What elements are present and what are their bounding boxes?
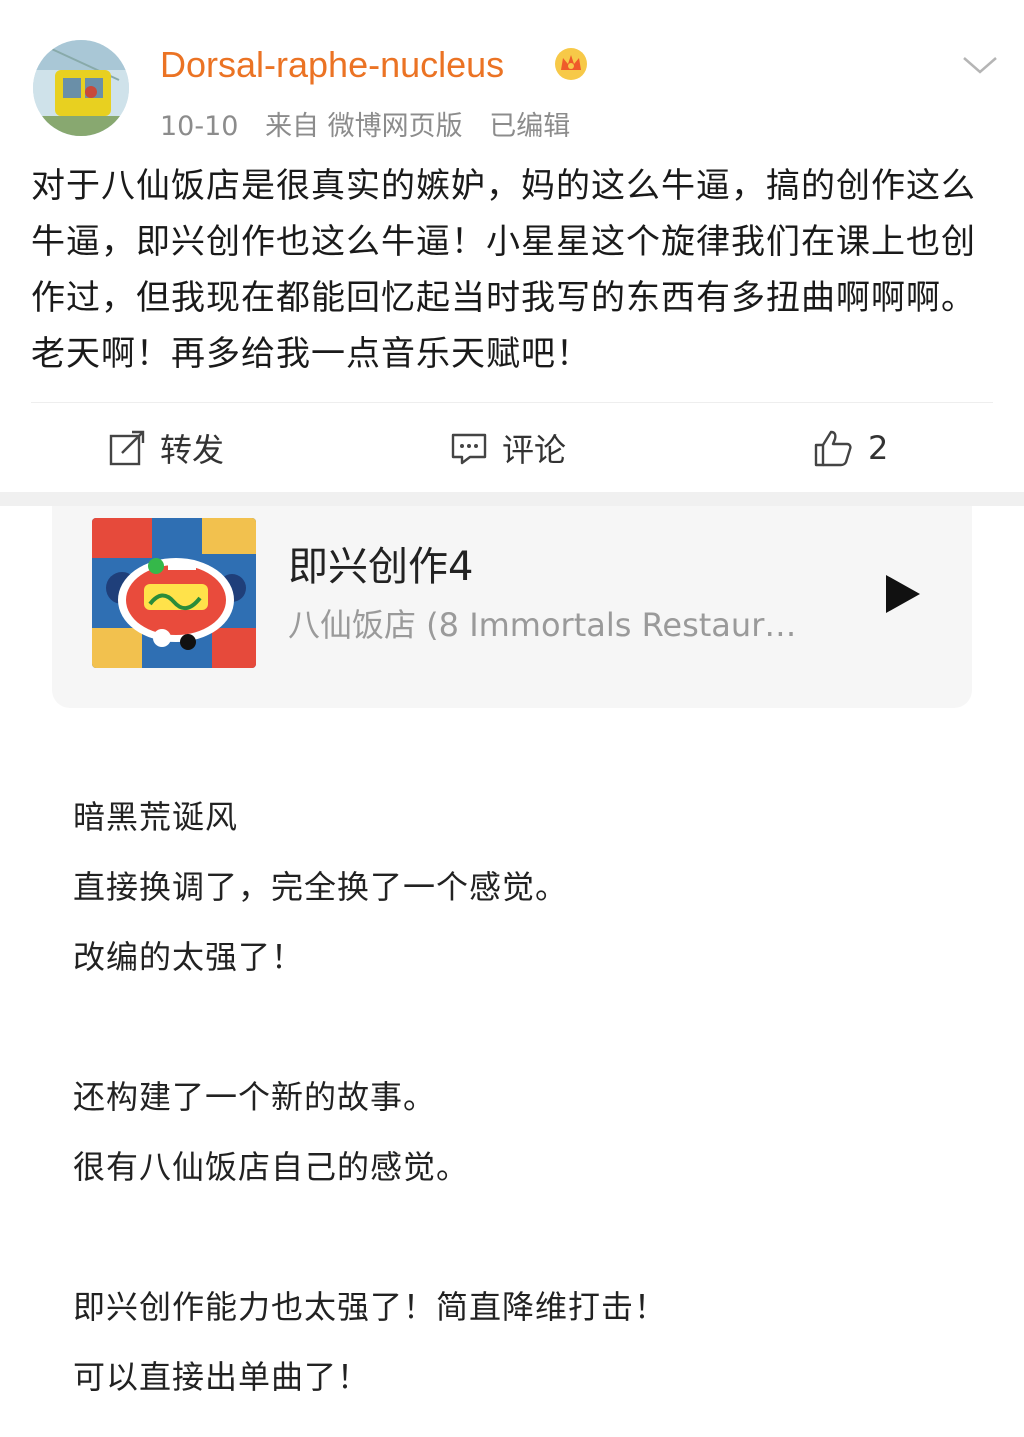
comment-text: 暗黑荒诞风 直接换调了，完全换了一个感觉。 改编的太强了！ 还构建了一个新的故事… <box>73 790 973 1420</box>
post-text: 对于八仙饭店是很真实的嫉妒，妈的这么牛逼，搞的创作这么牛逼，即兴创作也这么牛逼！… <box>31 166 976 374</box>
repost-button[interactable]: 转发 <box>108 426 224 470</box>
comment-line: 即兴创作能力也太强了！简直降维打击！ <box>73 1288 668 1326</box>
like-count: 2 <box>868 429 889 467</box>
post-source: 来自 微博网页版 <box>265 111 463 142</box>
comment-line: 很有八仙饭店自己的感觉。 <box>73 1148 470 1186</box>
chevron-down-icon[interactable] <box>960 50 1000 80</box>
divider <box>31 402 993 403</box>
repost-icon <box>109 430 145 466</box>
comment-line: 直接换调了，完全换了一个感觉。 <box>73 868 569 906</box>
comment-line: 暗黑荒诞风 <box>73 798 239 836</box>
edited-label[interactable]: 已编辑 <box>489 111 570 142</box>
repost-label: 转发 <box>160 431 225 469</box>
music-card[interactable]: 即兴创作4 八仙饭店 (8 Immortals Restaur… <box>52 506 972 708</box>
section-separator <box>0 492 1024 506</box>
song-title: 即兴创作4 <box>288 544 474 590</box>
comment-line: 可以直接出单曲了！ <box>73 1358 371 1396</box>
username[interactable]: Dorsal-raphe-nucleus <box>160 44 504 86</box>
like-button[interactable]: 2 <box>812 426 888 470</box>
post-meta: 10-10 来自 微博网页版 已编辑 <box>160 104 588 143</box>
action-bar: 转发 评论 2 <box>0 412 1024 484</box>
comment-line: 还构建了一个新的故事。 <box>73 1078 437 1116</box>
comment-label: 评论 <box>502 431 567 469</box>
comment-line: 改编的太强了！ <box>73 938 305 976</box>
play-icon[interactable] <box>882 572 922 616</box>
avatar[interactable] <box>33 40 129 136</box>
comment-icon <box>451 433 487 465</box>
comment-button[interactable]: 评论 <box>450 426 566 470</box>
weibo-post: Dorsal-raphe-nucleus 10-10 来自 微博网页版 已编辑 … <box>0 0 1024 492</box>
thumbs-up-icon <box>814 430 852 467</box>
album-cover <box>92 518 256 668</box>
vip-crown-icon <box>553 46 589 82</box>
song-artist: 八仙饭店 (8 Immortals Restaur… <box>288 606 797 644</box>
post-date: 10-10 <box>160 111 239 142</box>
